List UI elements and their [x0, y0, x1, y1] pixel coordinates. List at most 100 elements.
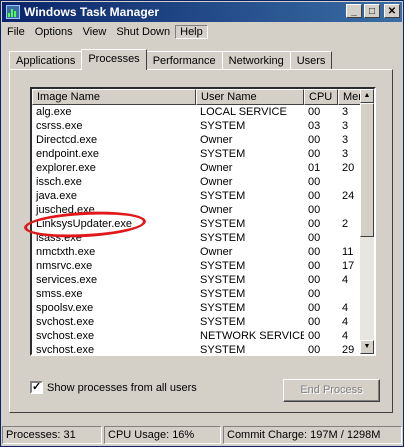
window-title: Windows Task Manager — [24, 5, 160, 19]
scroll-down-icon[interactable]: ▼ — [360, 340, 374, 354]
menu-view[interactable]: View — [78, 26, 112, 38]
table-row[interactable]: explorer.exe Owner 01 20 — [32, 161, 362, 175]
minimize-button[interactable]: _ — [346, 4, 362, 18]
task-manager-window: Windows Task Manager _ □ ✕ File Options … — [0, 0, 404, 447]
process-mem: 3 — [342, 106, 349, 118]
process-name: Directcd.exe — [36, 134, 98, 146]
process-user: SYSTEM — [200, 218, 246, 230]
close-button[interactable]: ✕ — [384, 4, 400, 18]
table-row[interactable]: csrss.exe SYSTEM 03 3 — [32, 119, 362, 133]
process-user: SYSTEM — [200, 190, 246, 202]
list-header: Image Name User Name CPU Mem — [32, 89, 364, 105]
process-cpu: 00 — [308, 218, 321, 230]
tab-performance[interactable]: Performance — [145, 51, 223, 69]
process-user: SYSTEM — [200, 232, 246, 244]
table-row[interactable]: jusched.exe Owner 00 — [32, 203, 362, 217]
process-user: NETWORK SERVICE — [200, 330, 304, 342]
process-name: csrss.exe — [36, 120, 83, 132]
process-mem: 4 — [342, 302, 349, 314]
show-all-users-label[interactable]: Show processes from all users — [47, 382, 197, 394]
process-mem — [338, 175, 362, 189]
status-commit-charge: Commit Charge: 197M / 1298M — [223, 426, 402, 444]
menu-shut-down[interactable]: Shut Down — [111, 26, 175, 38]
process-mem: 2 — [342, 218, 349, 230]
table-row[interactable]: svchost.exe SYSTEM 00 29 — [32, 343, 362, 356]
process-user: LOCAL SERVICE — [200, 106, 287, 118]
process-name: services.exe — [36, 274, 98, 286]
process-cpu: 00 — [308, 302, 321, 314]
process-name: java.exe — [36, 190, 77, 202]
menu-help[interactable]: Help — [175, 25, 208, 39]
process-mem: 3 — [342, 120, 349, 132]
menu-file[interactable]: File — [2, 26, 30, 38]
process-user: Owner — [200, 176, 233, 188]
process-user: Owner — [200, 134, 233, 146]
process-name: endpoint.exe — [36, 148, 99, 160]
process-cpu: 00 — [308, 330, 321, 342]
process-cpu: 00 — [308, 148, 321, 160]
status-processes: Processes: 31 — [2, 426, 102, 444]
process-mem: 3 — [342, 134, 349, 146]
table-row[interactable]: nmctxth.exe Owner 00 11 — [32, 245, 362, 259]
scroll-up-icon[interactable]: ▲ — [360, 89, 374, 103]
show-all-users-row[interactable]: ✓ Show processes from all users — [30, 381, 197, 394]
column-image-name[interactable]: Image Name — [32, 89, 196, 105]
process-name: svchost.exe — [36, 344, 95, 356]
column-user-name[interactable]: User Name — [196, 89, 304, 105]
maximize-button[interactable]: □ — [364, 4, 380, 18]
process-mem: 11 — [342, 246, 354, 258]
process-cpu: 00 — [308, 204, 321, 216]
task-manager-icon — [6, 5, 20, 19]
process-name: nmsrvc.exe — [36, 260, 93, 272]
process-cpu: 00 — [308, 316, 321, 328]
process-name: svchost.exe — [36, 330, 95, 342]
process-cpu: 00 — [308, 260, 321, 272]
process-mem: 24 — [342, 190, 355, 202]
scroll-thumb[interactable] — [360, 103, 374, 237]
table-row[interactable]: smss.exe SYSTEM 00 — [32, 287, 362, 301]
table-row[interactable]: lsass.exe SYSTEM 00 — [32, 231, 362, 245]
table-row[interactable]: issch.exe Owner 00 — [32, 175, 362, 189]
process-list[interactable]: Image Name User Name CPU Mem alg.exe LOCA… — [30, 87, 376, 356]
tab-users[interactable]: Users — [289, 51, 333, 69]
process-cpu: 00 — [308, 134, 321, 146]
table-row[interactable]: Directcd.exe Owner 00 3 — [32, 133, 362, 147]
process-cpu: 00 — [308, 232, 321, 244]
table-row[interactable]: java.exe SYSTEM 00 24 — [32, 189, 362, 203]
process-name: issch.exe — [36, 176, 82, 188]
table-row[interactable]: svchost.exe SYSTEM 00 4 — [32, 315, 362, 329]
end-process-button[interactable]: End Process — [283, 379, 380, 402]
tab-strip: Applications Processes Performance Netwo… — [9, 49, 333, 70]
table-row[interactable]: svchost.exe NETWORK SERVICE 00 4 — [32, 329, 362, 343]
process-name: LinksysUpdater.exe — [36, 218, 132, 230]
process-mem — [338, 287, 362, 301]
table-row[interactable]: alg.exe LOCAL SERVICE 00 3 — [32, 105, 362, 119]
vertical-scrollbar[interactable]: ▲ ▼ — [360, 89, 374, 354]
show-all-users-checkbox[interactable]: ✓ — [30, 381, 43, 394]
process-mem — [338, 231, 362, 245]
title-bar[interactable]: Windows Task Manager _ □ ✕ — [2, 2, 402, 22]
process-user: SYSTEM — [200, 148, 246, 160]
process-mem: 4 — [342, 274, 349, 286]
process-mem: 4 — [342, 316, 349, 328]
process-name: alg.exe — [36, 106, 72, 118]
process-name: jusched.exe — [36, 204, 95, 216]
process-mem: 29 — [342, 344, 355, 356]
table-row[interactable]: endpoint.exe SYSTEM 00 3 — [32, 147, 362, 161]
tab-networking[interactable]: Networking — [221, 51, 291, 69]
process-mem — [338, 203, 362, 217]
process-name: svchost.exe — [36, 316, 95, 328]
column-cpu[interactable]: CPU — [304, 89, 338, 105]
table-row[interactable]: services.exe SYSTEM 00 4 — [32, 273, 362, 287]
process-name: explorer.exe — [36, 162, 96, 174]
process-mem: 20 — [342, 162, 355, 174]
process-user: SYSTEM — [200, 288, 246, 300]
process-cpu: 00 — [308, 274, 321, 286]
table-row[interactable]: spoolsv.exe SYSTEM 00 4 — [32, 301, 362, 315]
table-row[interactable]: nmsrvc.exe SYSTEM 00 17 — [32, 259, 362, 273]
process-user: SYSTEM — [200, 344, 246, 356]
tab-applications[interactable]: Applications — [9, 51, 83, 69]
tab-processes[interactable]: Processes — [81, 49, 147, 70]
menu-options[interactable]: Options — [30, 26, 78, 38]
table-row[interactable]: LinksysUpdater.exe SYSTEM 00 2 — [32, 217, 362, 231]
